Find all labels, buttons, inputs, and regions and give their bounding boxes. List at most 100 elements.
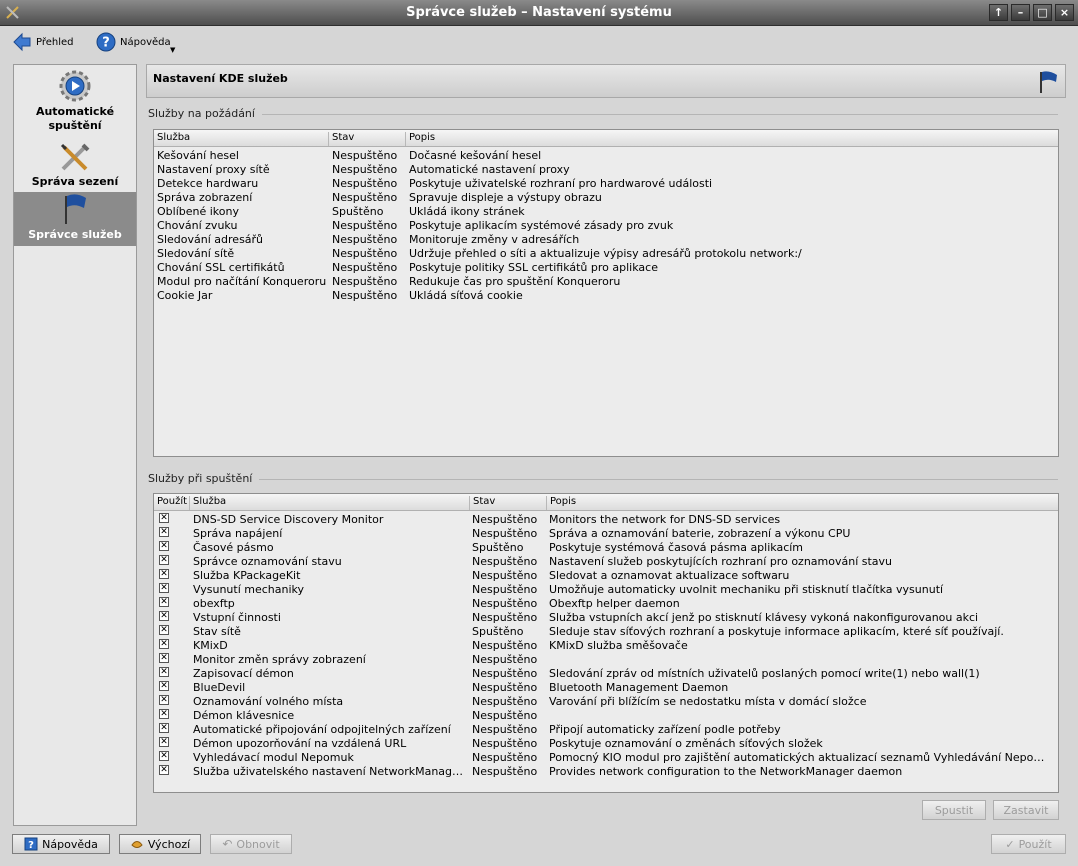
- service-status: Nespuštěno: [332, 289, 398, 302]
- start-button[interactable]: Spustit: [922, 800, 986, 820]
- column-header-service[interactable]: Služba: [189, 496, 226, 510]
- service-description: Spravuje displeje a výstupy obrazu: [409, 191, 602, 204]
- table-row[interactable]: Cookie Jar Nespuštěno Ukládá síťová cookie: [154, 289, 1058, 303]
- use-checkbox[interactable]: ✕: [159, 513, 169, 523]
- service-name: Vyhledávací modul Nepomuk: [193, 751, 354, 764]
- undo-icon: ↶: [222, 837, 233, 851]
- use-checkbox[interactable]: ✕: [159, 639, 169, 649]
- overview-label: Přehled: [36, 36, 74, 48]
- content-header: Nastavení KDE služeb: [146, 64, 1066, 98]
- service-name: Správa zobrazení: [157, 191, 253, 204]
- use-checkbox[interactable]: ✕: [159, 765, 169, 775]
- startup-services-list[interactable]: Použít Služba Stav Popis ✕ DNS-SD Service…: [153, 493, 1059, 793]
- table-row[interactable]: ✕ Stav sítě Spuštěno Sleduje stav síťových …: [154, 625, 1058, 639]
- column-header-use[interactable]: Použít: [154, 496, 187, 510]
- table-row[interactable]: ✕ Démon klávesnice Nespuštěno: [154, 709, 1058, 723]
- table-row[interactable]: ✕ BlueDevil Nespuštěno Bluetooth Management…: [154, 681, 1058, 695]
- use-checkbox[interactable]: ✕: [159, 597, 169, 607]
- table-row[interactable]: ✕ Správa napájení Nespuštěno Správa a oznam…: [154, 527, 1058, 541]
- service-description: Sledování zpráv od místních uživatelů po…: [549, 667, 980, 680]
- table-row[interactable]: Detekce hardwaru Nespuštěno Poskytuje uživ…: [154, 177, 1058, 191]
- table-row[interactable]: ✕ Časové pásmo Spuštěno Poskytuje systémová…: [154, 541, 1058, 555]
- use-checkbox[interactable]: ✕: [159, 695, 169, 705]
- table-row[interactable]: Chování SSL certifikátů Nespuštěno Poskytu…: [154, 261, 1058, 275]
- table-row[interactable]: ✕ Vstupní činnosti Nespuštěno Služba vstupn…: [154, 611, 1058, 625]
- table-row[interactable]: Kešování hesel Nespuštěno Dočasné kešování…: [154, 149, 1058, 163]
- table-row[interactable]: ✕ Monitor změn správy zobrazení Nespuštěno: [154, 653, 1058, 667]
- table-row[interactable]: Modul pro načítání Konqueroru Nespuštěno R…: [154, 275, 1058, 289]
- keep-above-button[interactable]: ↑: [989, 4, 1008, 21]
- sidebar-item-session[interactable]: Správa sezení: [14, 141, 136, 191]
- sidebar-item-autostart[interactable]: Automatické spuštění: [14, 69, 136, 137]
- chevron-down-icon[interactable]: ▼: [170, 46, 175, 54]
- defaults-button[interactable]: Výchozí: [119, 834, 201, 854]
- use-checkbox[interactable]: ✕: [159, 737, 169, 747]
- table-row[interactable]: ✕ Automatické připojování odpojitelných z…: [154, 723, 1058, 737]
- table-row[interactable]: Chování zvuku Nespuštěno Poskytuje aplikac…: [154, 219, 1058, 233]
- column-header-description[interactable]: Popis: [546, 496, 576, 510]
- service-name: Sledování sítě: [157, 247, 235, 260]
- table-row[interactable]: ✕ Vysunutí mechaniky Nespuštěno Umožňuje au…: [154, 583, 1058, 597]
- service-name: Cookie Jar: [157, 289, 213, 302]
- reset-button[interactable]: ↶ Obnovit: [210, 834, 292, 854]
- use-checkbox[interactable]: ✕: [159, 527, 169, 537]
- service-status: Nespuštěno: [472, 583, 538, 596]
- window-title: Správce služeb – Nastavení systému: [406, 5, 672, 20]
- use-checkbox[interactable]: ✕: [159, 569, 169, 579]
- table-row[interactable]: ✕ obexftp Nespuštěno Obexftp helper daemon: [154, 597, 1058, 611]
- use-checkbox[interactable]: ✕: [159, 611, 169, 621]
- service-status: Nespuštěno: [332, 191, 398, 204]
- column-header-description[interactable]: Popis: [405, 132, 435, 146]
- use-checkbox[interactable]: ✕: [159, 709, 169, 719]
- minimize-button[interactable]: –: [1011, 4, 1030, 21]
- use-checkbox[interactable]: ✕: [159, 541, 169, 551]
- table-row[interactable]: ✕ Oznamování volného místa Nespuštěno Varov…: [154, 695, 1058, 709]
- table-row[interactable]: ✕ Správce oznamování stavu Nespuštěno Nasta…: [154, 555, 1058, 569]
- table-row[interactable]: Sledování adresářů Nespuštěno Monitoruje z…: [154, 233, 1058, 247]
- service-status: Nespuštěno: [332, 275, 398, 288]
- help-menu-button[interactable]: ? Nápověda: [96, 30, 171, 54]
- column-header-service[interactable]: Služba: [154, 132, 190, 146]
- service-status: Spuštěno: [472, 541, 524, 554]
- overview-button[interactable]: Přehled: [12, 30, 74, 54]
- service-status: Nespuštěno: [332, 233, 398, 246]
- close-button[interactable]: ×: [1055, 4, 1074, 21]
- table-row[interactable]: Správa zobrazení Nespuštěno Spravuje displ…: [154, 191, 1058, 205]
- service-status: Spuštěno: [332, 205, 384, 218]
- use-checkbox[interactable]: ✕: [159, 583, 169, 593]
- apply-button[interactable]: ✓ Použít: [991, 834, 1066, 854]
- table-row[interactable]: Oblíbené ikony Spuštěno Ukládá ikony strán…: [154, 205, 1058, 219]
- service-description: Ukládá ikony stránek: [409, 205, 525, 218]
- maximize-button[interactable]: □: [1033, 4, 1052, 21]
- table-row[interactable]: ✕ Služba KPackageKit Nespuštěno Sledovat a …: [154, 569, 1058, 583]
- service-description: Poskytuje aplikacím systémové zásady pro…: [409, 219, 674, 232]
- title-bar[interactable]: Správce služeb – Nastavení systému ↑ – □…: [0, 0, 1078, 26]
- use-checkbox[interactable]: ✕: [159, 555, 169, 565]
- stop-button[interactable]: Zastavit: [993, 800, 1059, 820]
- use-checkbox[interactable]: ✕: [159, 625, 169, 635]
- service-description: Správa a oznamování baterie, zobrazení a…: [549, 527, 851, 540]
- service-status: Nespuštěno: [472, 737, 538, 750]
- use-checkbox[interactable]: ✕: [159, 751, 169, 761]
- table-row[interactable]: ✕ Démon upozorňování na vzdálená URL Nespu…: [154, 737, 1058, 751]
- column-header-status[interactable]: Stav: [328, 132, 354, 146]
- table-row[interactable]: Sledování sítě Nespuštěno Udržuje přehled …: [154, 247, 1058, 261]
- table-row[interactable]: Nastavení proxy sítě Nespuštěno Automatick…: [154, 163, 1058, 177]
- service-description: Redukuje čas pro spuštění Konqueroru: [409, 275, 621, 288]
- use-checkbox[interactable]: ✕: [159, 723, 169, 733]
- service-name: BlueDevil: [193, 681, 246, 694]
- use-checkbox[interactable]: ✕: [159, 667, 169, 677]
- sidebar-item-service-manager[interactable]: Správce služeb: [14, 192, 136, 246]
- help-button[interactable]: ? Nápověda: [12, 834, 110, 854]
- column-header-status[interactable]: Stav: [469, 496, 495, 510]
- table-row[interactable]: ✕ DNS-SD Service Discovery Monitor Nespušt…: [154, 513, 1058, 527]
- table-row[interactable]: ✕ Zapisovací démon Nespuštěno Sledování zpr…: [154, 667, 1058, 681]
- tools-icon: [60, 143, 90, 171]
- use-checkbox[interactable]: ✕: [159, 653, 169, 663]
- table-row[interactable]: ✕ Služba uživatelského nastavení NetworkM…: [154, 765, 1058, 779]
- on-demand-services-list[interactable]: Služba Stav Popis Kešování hesel Nespuště…: [153, 129, 1059, 457]
- service-name: Nastavení proxy sítě: [157, 163, 270, 176]
- table-row[interactable]: ✕ KMixD Nespuštěno KMixD služba směšovače: [154, 639, 1058, 653]
- use-checkbox[interactable]: ✕: [159, 681, 169, 691]
- table-row[interactable]: ✕ Vyhledávací modul Nepomuk Nespuštěno Pomo…: [154, 751, 1058, 765]
